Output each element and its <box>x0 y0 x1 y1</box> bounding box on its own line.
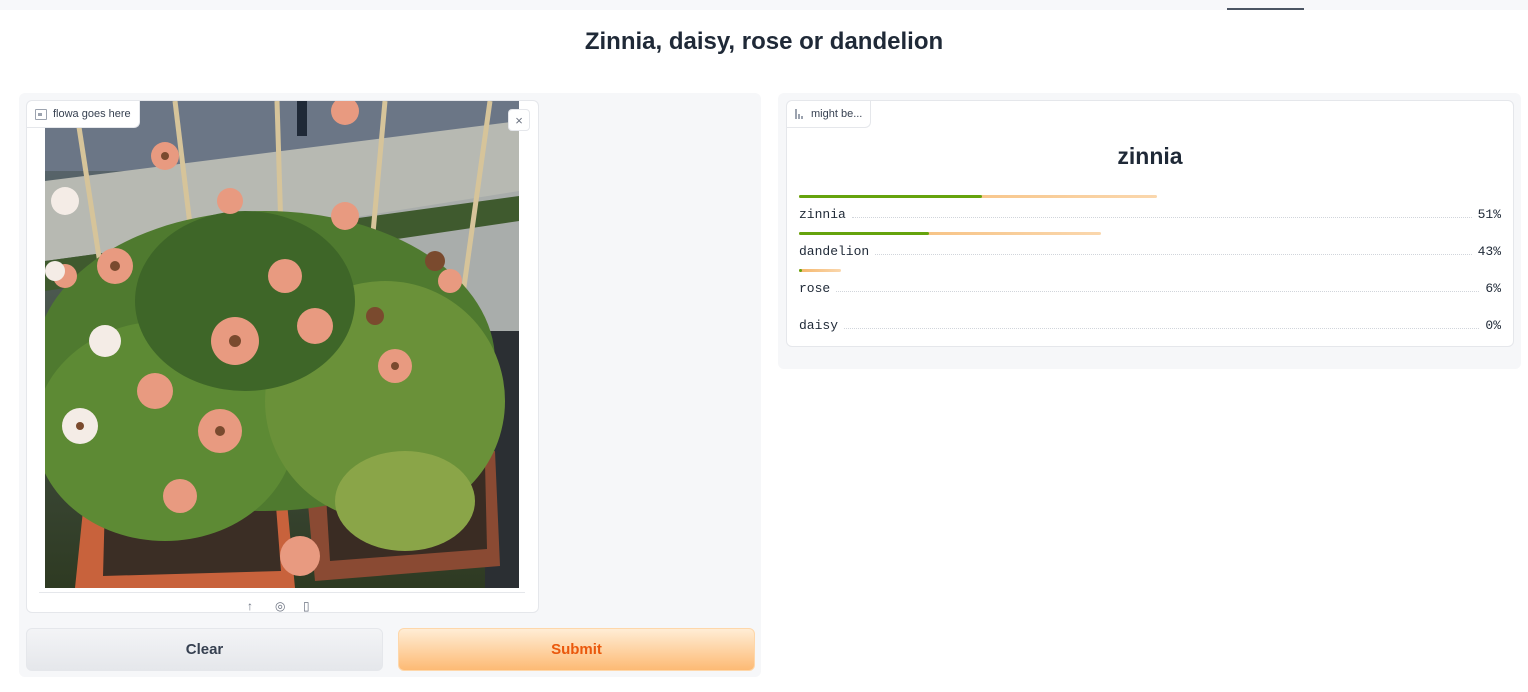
chart-icon <box>795 109 805 119</box>
webcam-icon[interactable]: ◎ <box>275 599 285 612</box>
confidence-bar <box>799 232 1101 235</box>
confidence-row[interactable]: dandelion 43% <box>799 232 1501 269</box>
label-output-label: might be... <box>787 101 872 128</box>
submit-button[interactable]: Submit <box>398 628 755 671</box>
uploaded-flower-photo <box>45 101 519 588</box>
label-output-label-text: might be... <box>811 108 863 120</box>
confidence-label: zinnia <box>799 207 846 222</box>
confidence-label: rose <box>799 281 831 296</box>
clipboard-icon[interactable]: ▯ <box>303 599 310 612</box>
confidence-label: daisy <box>799 318 839 333</box>
confidence-row[interactable]: rose 6% <box>799 269 1501 306</box>
nav-indicator <box>1227 8 1304 10</box>
upload-icon[interactable]: ↑ <box>247 599 253 612</box>
confidence-percent: 6% <box>1485 281 1501 296</box>
image-input[interactable]: flowa goes here × ↑ ◎ ▯ <box>26 100 539 613</box>
confidence-label: dandelion <box>799 244 870 259</box>
image-input-label: flowa goes here <box>27 101 140 128</box>
confidence-row[interactable]: zinnia 51% <box>799 195 1501 232</box>
clear-image-button[interactable]: × <box>508 109 530 131</box>
close-icon: × <box>515 112 523 128</box>
image-icon <box>35 108 47 120</box>
confidence-row[interactable]: daisy 0% <box>799 306 1501 343</box>
page-title: Zinnia, daisy, rose or dandelion <box>584 28 944 55</box>
confidence-percent: 0% <box>1485 318 1501 333</box>
confidence-bar <box>799 269 841 272</box>
confidence-percent: 51% <box>1477 207 1501 222</box>
image-input-label-text: flowa goes here <box>53 108 131 120</box>
confidence-bar <box>799 195 1157 198</box>
top-prediction: zinnia <box>1117 143 1183 169</box>
clear-button[interactable]: Clear <box>26 628 383 671</box>
label-output: might be... zinnia zinnia 51% dandelion … <box>786 100 1514 347</box>
confidence-percent: 43% <box>1477 244 1501 259</box>
